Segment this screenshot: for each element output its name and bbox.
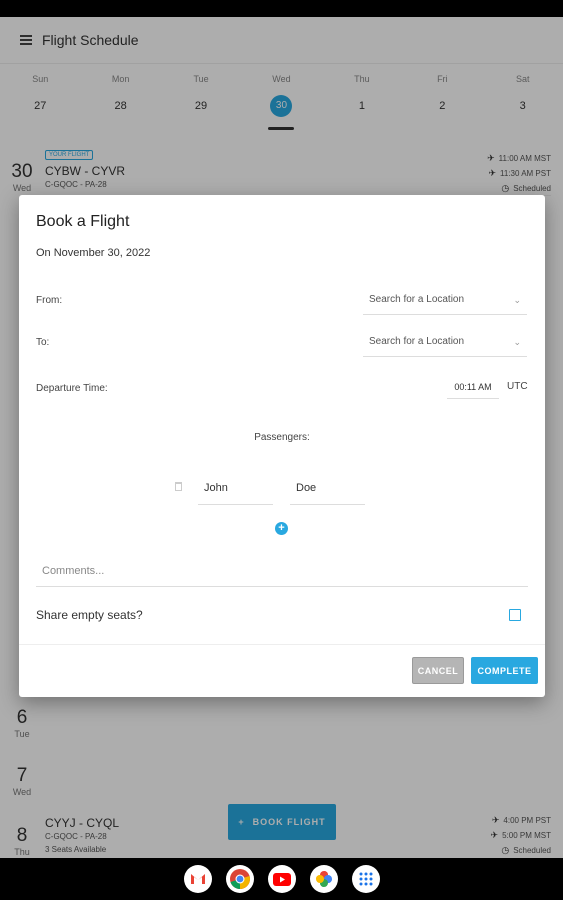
last-name-input[interactable]: Doe (290, 473, 365, 505)
departure-time-input[interactable]: 00:11 AM (447, 376, 499, 399)
share-seats-checkbox[interactable] (509, 609, 521, 621)
chrome-icon[interactable] (225, 865, 254, 893)
passengers-label: Passengers: (254, 432, 310, 443)
chevron-down-icon: ⌄ (513, 337, 521, 347)
youtube-icon[interactable] (267, 865, 296, 893)
system-taskbar (0, 858, 563, 900)
from-location-value: Search for a Location (369, 294, 465, 305)
timezone-label: UTC (507, 381, 528, 392)
chevron-down-icon: ⌄ (513, 295, 521, 305)
comments-input[interactable]: Comments... (36, 555, 528, 587)
first-name-input[interactable]: John (198, 473, 273, 505)
to-location-value: Search for a Location (369, 336, 465, 347)
status-bar (0, 0, 563, 17)
from-label: From: (36, 295, 63, 306)
photos-icon[interactable] (309, 865, 338, 893)
share-seats-label: Share empty seats? (36, 608, 143, 622)
from-location-select[interactable]: Search for a Location ⌄ (363, 285, 527, 315)
cancel-button[interactable]: CANCEL (412, 657, 464, 684)
divider (19, 644, 545, 645)
departure-time-label: Departure Time: (36, 383, 108, 394)
add-passenger-icon[interactable]: + (275, 522, 288, 535)
complete-button[interactable]: COMPLETE (471, 657, 538, 684)
dialog-title: Book a Flight (36, 213, 130, 230)
app-launcher-icon[interactable] (351, 865, 380, 893)
book-flight-dialog: Book a Flight On November 30, 2022 From:… (19, 195, 545, 697)
to-label: To: (36, 337, 50, 348)
to-location-select[interactable]: Search for a Location ⌄ (363, 327, 527, 357)
dialog-date: On November 30, 2022 (36, 247, 151, 259)
gmail-icon[interactable] (183, 865, 212, 893)
trash-icon[interactable] (175, 482, 182, 491)
